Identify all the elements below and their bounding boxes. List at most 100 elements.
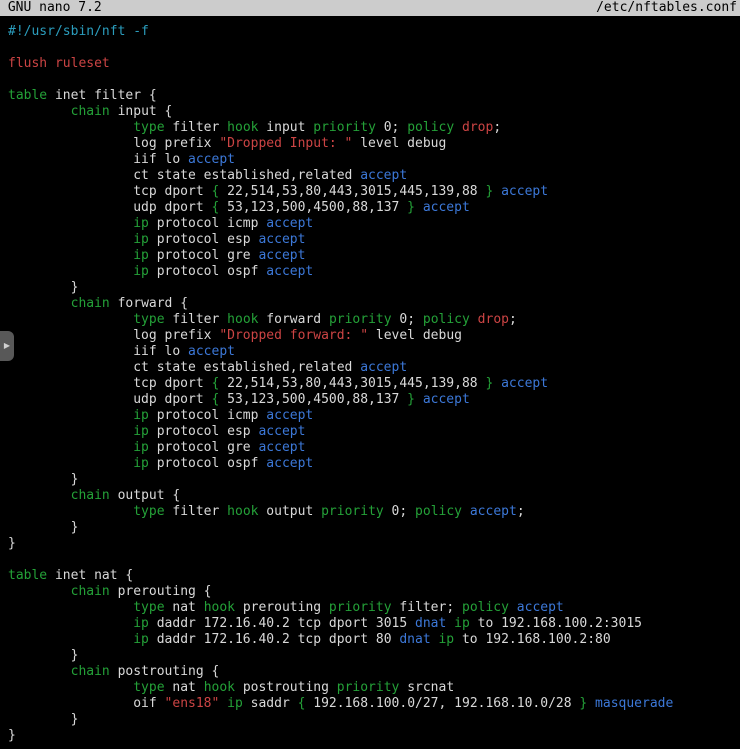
code-token-danger: "Dropped Input: " bbox=[219, 136, 352, 151]
code-token-plain: to 192.168.100.2:3015 bbox=[470, 616, 642, 631]
code-token-plain: filter; bbox=[392, 600, 462, 615]
code-line: ct state established,related accept bbox=[8, 360, 740, 376]
code-token-plain bbox=[493, 184, 501, 199]
code-token-action: accept bbox=[423, 392, 470, 407]
code-line: log prefix "Dropped Input: " level debug bbox=[8, 136, 740, 152]
code-token-plain: ct state established,related bbox=[8, 360, 360, 375]
code-token-keyword: ip bbox=[133, 456, 149, 471]
code-line: ip daddr 172.16.40.2 tcp dport 3015 dnat… bbox=[8, 616, 740, 632]
code-token-plain: tcp dport bbox=[8, 376, 212, 391]
code-token-comment: #!/usr/sbin/nft -f bbox=[8, 24, 149, 39]
code-token-plain bbox=[8, 248, 133, 263]
code-token-plain: protocol gre bbox=[149, 248, 259, 263]
code-token-action: accept bbox=[258, 440, 305, 455]
side-panel-toggle-button[interactable]: ▶ bbox=[0, 331, 14, 361]
code-token-keyword: } bbox=[407, 392, 415, 407]
code-line: iif lo accept bbox=[8, 344, 740, 360]
code-token-keyword: type bbox=[133, 312, 164, 327]
code-token-keyword: chain bbox=[71, 296, 110, 311]
code-line: iif lo accept bbox=[8, 152, 740, 168]
code-line: chain output { bbox=[8, 488, 740, 504]
code-token-plain: protocol esp bbox=[149, 424, 259, 439]
code-token-plain: postrouting bbox=[235, 680, 337, 695]
code-token-keyword: type bbox=[133, 120, 164, 135]
code-token-keyword: chain bbox=[71, 488, 110, 503]
editor-area[interactable]: #!/usr/sbin/nft -fflush rulesettable ine… bbox=[0, 16, 740, 749]
code-token-plain bbox=[8, 600, 133, 615]
code-token-plain: level debug bbox=[368, 328, 462, 343]
code-token-action: accept bbox=[423, 200, 470, 215]
code-token-plain bbox=[8, 584, 71, 599]
code-token-plain: } bbox=[8, 648, 78, 663]
code-token-plain: ; bbox=[517, 504, 525, 519]
code-token-plain: iif lo bbox=[8, 344, 188, 359]
code-line: ip protocol icmp accept bbox=[8, 216, 740, 232]
code-token-action: accept bbox=[188, 152, 235, 167]
code-token-action: accept bbox=[517, 600, 564, 615]
code-token-keyword: ip bbox=[454, 616, 470, 631]
code-token-keyword: policy bbox=[407, 120, 454, 135]
code-token-plain bbox=[8, 504, 133, 519]
open-file-path: /etc/nftables.conf bbox=[596, 0, 740, 16]
code-token-keyword: ip bbox=[133, 232, 149, 247]
code-line: oif "ens18" ip saddr { 192.168.100.0/27,… bbox=[8, 696, 740, 712]
code-token-plain: } bbox=[8, 280, 78, 295]
code-token-plain bbox=[219, 696, 227, 711]
code-line: ip protocol gre accept bbox=[8, 248, 740, 264]
code-token-plain: } bbox=[8, 712, 78, 727]
code-line: log prefix "Dropped forward: " level deb… bbox=[8, 328, 740, 344]
code-token-keyword: hook bbox=[204, 680, 235, 695]
code-token-plain: 22,514,53,80,443,3015,445,139,88 bbox=[219, 376, 485, 391]
code-token-keyword: priority bbox=[337, 680, 400, 695]
code-token-plain bbox=[8, 264, 133, 279]
code-token-plain: input bbox=[258, 120, 313, 135]
code-token-action: accept bbox=[266, 408, 313, 423]
code-token-plain: nat bbox=[165, 680, 204, 695]
code-token-keyword: priority bbox=[313, 120, 376, 135]
code-token-plain: output { bbox=[110, 488, 180, 503]
code-token-plain: protocol icmp bbox=[149, 408, 266, 423]
code-line: } bbox=[8, 728, 740, 744]
code-line: table inet filter { bbox=[8, 88, 740, 104]
code-token-plain: prerouting { bbox=[110, 584, 212, 599]
code-token-plain bbox=[8, 680, 133, 695]
code-token-keyword: chain bbox=[71, 104, 110, 119]
code-line: ip protocol ospf accept bbox=[8, 456, 740, 472]
code-line: #!/usr/sbin/nft -f bbox=[8, 24, 740, 40]
code-line: ct state established,related accept bbox=[8, 168, 740, 184]
code-token-action: accept bbox=[501, 376, 548, 391]
code-token-plain bbox=[8, 312, 133, 327]
code-token-plain bbox=[8, 456, 133, 471]
code-token-plain: udp dport bbox=[8, 392, 212, 407]
code-token-plain: oif bbox=[8, 696, 165, 711]
code-line bbox=[8, 552, 740, 568]
code-token-plain bbox=[8, 440, 133, 455]
code-token-keyword: priority bbox=[321, 504, 384, 519]
code-token-keyword: ip bbox=[133, 248, 149, 263]
code-token-plain: prerouting bbox=[235, 600, 329, 615]
code-token-plain bbox=[446, 616, 454, 631]
code-token-keyword: } bbox=[407, 200, 415, 215]
code-token-action: accept bbox=[470, 504, 517, 519]
code-line: ip protocol esp accept bbox=[8, 232, 740, 248]
code-token-plain: srcnat bbox=[399, 680, 454, 695]
code-token-keyword: table bbox=[8, 568, 47, 583]
code-line: } bbox=[8, 712, 740, 728]
code-token-plain: } bbox=[8, 472, 78, 487]
code-token-plain: saddr bbox=[243, 696, 298, 711]
code-token-plain: input { bbox=[110, 104, 173, 119]
code-token-plain: } bbox=[8, 536, 16, 551]
code-line: chain prerouting { bbox=[8, 584, 740, 600]
code-line: } bbox=[8, 472, 740, 488]
code-token-danger: "Dropped forward: " bbox=[219, 328, 368, 343]
code-token-plain: daddr 172.16.40.2 tcp dport 80 bbox=[149, 632, 399, 647]
code-token-plain: } bbox=[8, 520, 78, 535]
code-line: type filter hook forward priority 0; pol… bbox=[8, 312, 740, 328]
code-token-plain: 22,514,53,80,443,3015,445,139,88 bbox=[219, 184, 485, 199]
code-line: } bbox=[8, 280, 740, 296]
code-token-plain: log prefix bbox=[8, 328, 219, 343]
code-token-plain bbox=[8, 120, 133, 135]
chevron-right-icon: ▶ bbox=[4, 342, 10, 350]
code-line: } bbox=[8, 536, 740, 552]
code-token-plain bbox=[470, 312, 478, 327]
